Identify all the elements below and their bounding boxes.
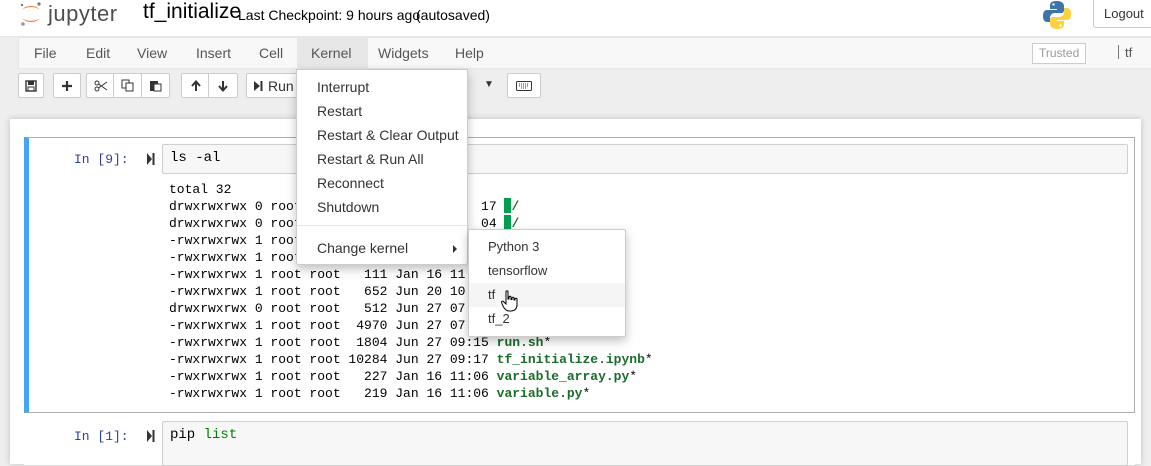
python-logo-icon [1043, 1, 1071, 29]
menu-item-reconnect[interactable]: Reconnect [297, 171, 467, 195]
arrow-down-icon [218, 80, 228, 92]
output-text: -rwxrwxrwx 1 root root 652 Jun 20 10: [169, 284, 474, 299]
kernel-option-tf-2[interactable]: tf_2 [469, 307, 625, 331]
output-text: -rwxrwxrwx 1 root [169, 250, 302, 265]
output-line: -rwxrwxrwx 1 root root 227 Jan 16 11:06 … [169, 369, 638, 384]
output-text: drwxrwxrwx 0 root [169, 216, 302, 231]
output-line: -rwxrwxrwx 1 root root 10284 Jun 27 09:1… [169, 352, 653, 367]
kernel-option-tf[interactable]: tf [469, 283, 625, 307]
kernel-indicator[interactable]: tf [1118, 45, 1132, 60]
menu-item-restart-run-all[interactable]: Restart & Run All [297, 147, 467, 171]
move-down-button[interactable] [208, 73, 238, 98]
logout-button[interactable]: Logout [1093, 0, 1151, 28]
save-icon [25, 79, 37, 92]
output-text: -rwxrwxrwx 1 root root 219 Jan 16 11:06 [169, 386, 497, 401]
menu-item-shutdown[interactable]: Shutdown [297, 195, 467, 219]
output-text: -rwxrwxrwx 1 root [169, 233, 302, 248]
copy-icon [121, 79, 134, 92]
autosave-status: (autosaved) [416, 7, 490, 23]
kernel-option-python3[interactable]: Python 3 [469, 235, 625, 259]
menu-help[interactable]: Help [455, 38, 484, 68]
output-text: -rwxrwxrwx 1 root root 4970 Jun 27 07: [169, 318, 474, 333]
cell-input-cmd: pip [170, 427, 196, 443]
hand-pointer-icon [501, 290, 518, 312]
run-cell-icon[interactable] [147, 153, 155, 165]
cell-type-dropdown-arrow-icon[interactable]: ▼ [484, 73, 500, 98]
copy-button[interactable] [113, 73, 142, 98]
menu-divider [297, 225, 467, 226]
run-cell-icon[interactable] [147, 430, 155, 442]
toolbar: Run ▼ [18, 73, 1151, 99]
run-button[interactable]: Run [246, 73, 302, 98]
command-palette-button[interactable] [507, 73, 541, 98]
change-kernel-submenu: Python 3 tensorflow tf tf_2 [468, 229, 626, 337]
output-line: -rwxrwxrwx 1 root root 111 Jan 16 11: [169, 266, 729, 283]
paste-icon [150, 81, 162, 92]
cell-input-code: ls -al [170, 150, 221, 166]
insert-cell-button[interactable] [53, 73, 81, 98]
output-text: drwxrwxrwx 0 root [169, 199, 302, 214]
step-forward-icon [254, 80, 263, 91]
header: jupyter tf_initialize Last Checkpoint: 9… [0, 0, 1151, 37]
menu-cell[interactable]: Cell [259, 38, 283, 68]
output-text: -rwxrwxrwx 1 root root 10284 Jun 27 09:1… [169, 352, 497, 367]
menu-edit[interactable]: Edit [86, 38, 110, 68]
menu-view[interactable]: View [137, 38, 167, 68]
notebook-name[interactable]: tf_initialize [143, 0, 241, 24]
output-text: -rwxrwxrwx 1 root root 227 Jan 16 11:06 [169, 369, 497, 384]
keyboard-icon [516, 80, 532, 91]
caret-right-icon [453, 245, 457, 253]
output-text: drwxrwxrwx 0 root root 512 Jun 27 07: [169, 301, 474, 316]
output-text: -rwxrwxrwx 1 root root 1804 Jun 27 09:15 [169, 335, 497, 350]
kernel-divider [1118, 45, 1119, 59]
output-filename: / [511, 199, 520, 214]
cell-input-arg: list [203, 427, 238, 443]
logo-text: jupyter [48, 1, 118, 26]
menu-file[interactable]: File [34, 38, 57, 68]
checkpoint-status: Last Checkpoint: 9 hours ago [238, 7, 421, 23]
output-line: -rwxrwxrwx 1 root root 652 Jun 20 10: v_… [169, 283, 729, 300]
menu-item-restart[interactable]: Restart [297, 99, 467, 123]
change-kernel-label: Change kernel [317, 240, 409, 256]
menu-insert[interactable]: Insert [196, 38, 231, 68]
jupyter-logo-icon [20, 2, 41, 26]
paste-button[interactable] [141, 73, 170, 98]
menu-item-interrupt[interactable]: Interrupt [297, 75, 467, 99]
run-label: Run [268, 77, 294, 94]
menubar: File Edit View Insert Cell Kernel Widget… [18, 37, 1151, 69]
jupyter-logo[interactable]: jupyter [18, 0, 118, 28]
menu-widgets[interactable]: Widgets [378, 38, 429, 68]
output-filename: run.sh [496, 335, 544, 350]
menu-item-restart-clear-output[interactable]: Restart & Clear Output [297, 123, 467, 147]
trusted-indicator[interactable]: Trusted [1032, 43, 1087, 64]
output-filename: tf_initialize.ipynb [496, 352, 645, 367]
plus-icon [62, 80, 72, 91]
output-line: -rwxrwxrwx 1 root root 219 Jan 16 11:06 … [169, 386, 591, 401]
output-filename: variable.py [496, 386, 583, 401]
menu-kernel[interactable]: Kernel [297, 38, 368, 68]
arrow-up-icon [190, 79, 201, 91]
output-text: total 32 [169, 182, 232, 197]
move-up-button[interactable] [181, 73, 210, 98]
cell-prompt: In [1]: [74, 429, 129, 444]
kernel-name: tf [1125, 45, 1133, 60]
output-line: drwxrwxrwx 0 root root 512 Jun 27 07: / [169, 300, 729, 317]
kernel-menu-dropdown: Interrupt Restart Restart & Clear Output… [296, 69, 468, 265]
output-line: -rwxrwxrwx 1 root root 1804 Jun 27 09:15… [169, 335, 552, 350]
cut-button[interactable] [86, 73, 115, 98]
scissors-icon [94, 80, 107, 91]
output-line: -rwxrwxrwx 1 root root 4970 Jun 27 07: p… [169, 317, 729, 334]
cell-prompt: In [9]: [74, 152, 129, 167]
save-button[interactable] [18, 73, 44, 98]
output-filename: variable_array.py [496, 369, 630, 384]
menu-item-change-kernel[interactable]: Change kernel [297, 236, 467, 260]
cell-input[interactable]: pip list [162, 421, 1128, 466]
kernel-option-tensorflow[interactable]: tensorflow [469, 259, 625, 283]
output-text: -rwxrwxrwx 1 root root 111 Jan 16 11: [169, 267, 474, 282]
